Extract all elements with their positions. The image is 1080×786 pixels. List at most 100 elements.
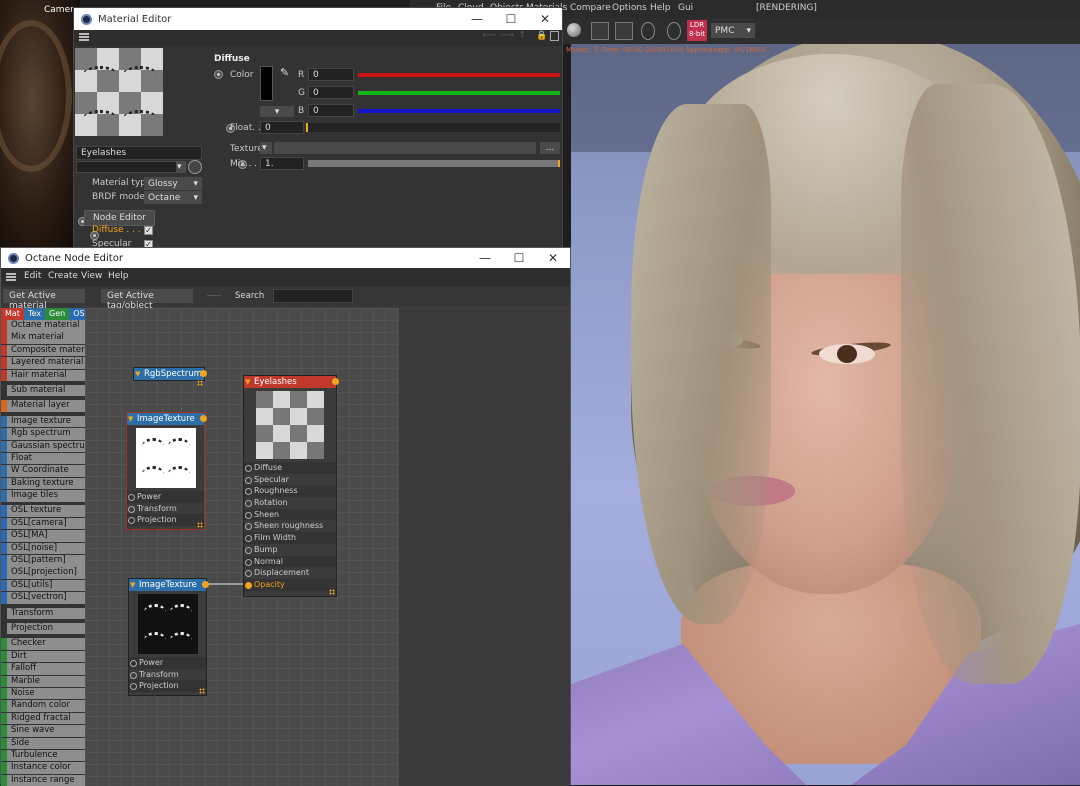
node-list-item[interactable]: Marble [1,675,85,688]
input-port[interactable]: Sheen roughness [244,520,336,532]
chevron-down-icon[interactable]: ▾ [176,161,186,173]
node-list-item[interactable]: Falloff [1,663,85,675]
node-list-item[interactable]: Dirt [1,650,85,663]
material-tag-field[interactable] [76,161,186,173]
b-slider[interactable] [358,109,560,113]
menu-compare[interactable]: Compare [570,3,611,13]
node-list-item[interactable]: Sine wave [1,725,85,737]
node-editor-titlebar[interactable]: Octane Node Editor — ☐ ✕ [1,248,570,268]
resize-handle[interactable] [329,589,335,595]
new-window-icon[interactable] [550,31,559,41]
input-port[interactable]: Normal [244,555,336,568]
input-port[interactable]: Diffuse [244,462,336,474]
menu-help[interactable]: Help [650,3,671,13]
node-list-item[interactable]: Image tiles [1,490,85,502]
input-port[interactable]: Displacement [244,567,336,579]
menu-gui[interactable]: Gui [678,3,693,13]
resize-handle[interactable] [197,522,203,528]
node-list-item[interactable]: Material layer [1,400,85,412]
lock-icon[interactable]: 🔒 [536,31,547,41]
node-list-item[interactable]: Gaussian spectrum [1,440,85,453]
node-list-item[interactable]: Instance range [1,774,85,786]
texture-link-field[interactable] [274,142,536,154]
search-input[interactable] [273,289,353,303]
hamburger-menu-icon[interactable] [6,273,16,281]
node-list-item[interactable]: OSL[MA] [1,530,85,542]
node-list-item[interactable]: Ridged fractal [1,712,85,725]
category-tab-tex[interactable]: Tex [23,308,45,320]
ldr-badge[interactable]: LDR 8-bit [687,20,707,41]
input-port[interactable]: Roughness [244,485,336,498]
minimize-icon[interactable]: — [460,12,494,26]
node-list-item[interactable]: OSL[camera] [1,517,85,530]
input-port[interactable]: Transform [127,503,204,515]
g-value-field[interactable]: 0 [308,86,354,99]
output-pin[interactable] [202,581,209,588]
back-arrow-icon[interactable]: ⟵ [482,30,496,41]
node-list-item[interactable]: Side [1,737,85,749]
color-mode-select[interactable]: ▾ [260,106,294,117]
get-active-material-button[interactable]: Get Active material [3,289,85,311]
menu-edit[interactable]: Edit [24,271,41,281]
material-type-select[interactable]: Glossy ▾ [144,177,202,190]
maximize-icon[interactable]: ☐ [494,12,528,26]
node-list-item[interactable]: OSL texture [1,505,85,517]
maximize-icon[interactable]: ☐ [502,251,536,265]
node-list-item[interactable]: Random color [1,700,85,712]
node-editor-button[interactable]: Node Editor [84,210,155,226]
input-port[interactable]: Bump [244,544,336,556]
color-swatch[interactable] [260,66,273,101]
eyedropper-icon[interactable]: ✎ [280,66,289,79]
node-list-item[interactable]: Octane material [1,320,85,332]
lock-resolution-icon[interactable] [615,22,633,40]
menu-create[interactable]: Create [48,271,78,281]
menu-view[interactable]: View [81,271,102,281]
pick-material-icon[interactable] [667,22,681,40]
mix-value-field[interactable]: 1. [260,157,304,170]
menu-options[interactable]: Options [612,3,647,13]
resize-handle[interactable] [199,688,205,694]
pick-icon[interactable] [188,160,202,174]
material-editor-titlebar[interactable]: Material Editor — ☐ ✕ [74,8,562,30]
resize-handle[interactable] [197,380,203,386]
pick-focus-icon[interactable] [641,22,655,40]
node-list-item[interactable]: Baking texture [1,477,85,490]
render-viewport[interactable] [571,44,1080,785]
image-texture-node[interactable]: ImageTexture PowerTransformProjection [128,578,209,696]
rgb-spectrum-node[interactable]: RgbSpectrum [133,367,207,386]
diffuse-checkbox[interactable]: ✓ [144,226,153,235]
node-list-item[interactable]: W Coordinate [1,465,85,477]
texture-browse-button[interactable]: ... [540,142,560,154]
sphere-icon[interactable] [567,23,581,37]
input-port[interactable]: Power [127,491,204,503]
texture-menu[interactable]: ▾ [260,142,272,154]
close-icon[interactable]: ✕ [528,12,562,26]
input-port[interactable]: Opacity [244,578,336,591]
float-value-field[interactable]: 0 [260,121,304,134]
b-value-field[interactable]: 0 [308,104,354,117]
node-list-item[interactable]: Hair material [1,369,85,382]
node-list-item[interactable]: Checker [1,638,85,650]
output-pin[interactable] [332,378,339,385]
input-port[interactable]: Sheen [244,508,336,521]
input-port[interactable]: Specular [244,474,336,486]
node-list-item[interactable]: OSL[pattern] [1,555,85,567]
node-list-item[interactable]: Layered material [1,357,85,369]
r-slider[interactable] [358,73,560,77]
minimize-icon[interactable]: — [468,251,502,265]
input-port[interactable]: Film Width [244,532,336,544]
category-tab-gen[interactable]: Gen [45,308,70,320]
brdf-select[interactable]: Octane ▾ [144,191,202,204]
kernel-select[interactable]: PMC ▾ [711,23,755,38]
image-texture-node[interactable]: ImageTexture PowerTransformProjection [126,412,207,530]
material-preview[interactable] [75,48,163,136]
node-list-item[interactable]: Rgb spectrum [1,428,85,440]
close-icon[interactable]: ✕ [536,251,570,265]
category-tab-mat[interactable]: Mat [1,308,24,320]
input-port[interactable]: Projection [129,680,206,693]
input-port[interactable]: Rotation [244,497,336,509]
r-value-field[interactable]: 0 [308,68,354,81]
node-list-item[interactable]: Turbulence [1,749,85,762]
float-slider[interactable] [306,123,560,132]
material-name-field[interactable]: Eyelashes [76,146,202,160]
